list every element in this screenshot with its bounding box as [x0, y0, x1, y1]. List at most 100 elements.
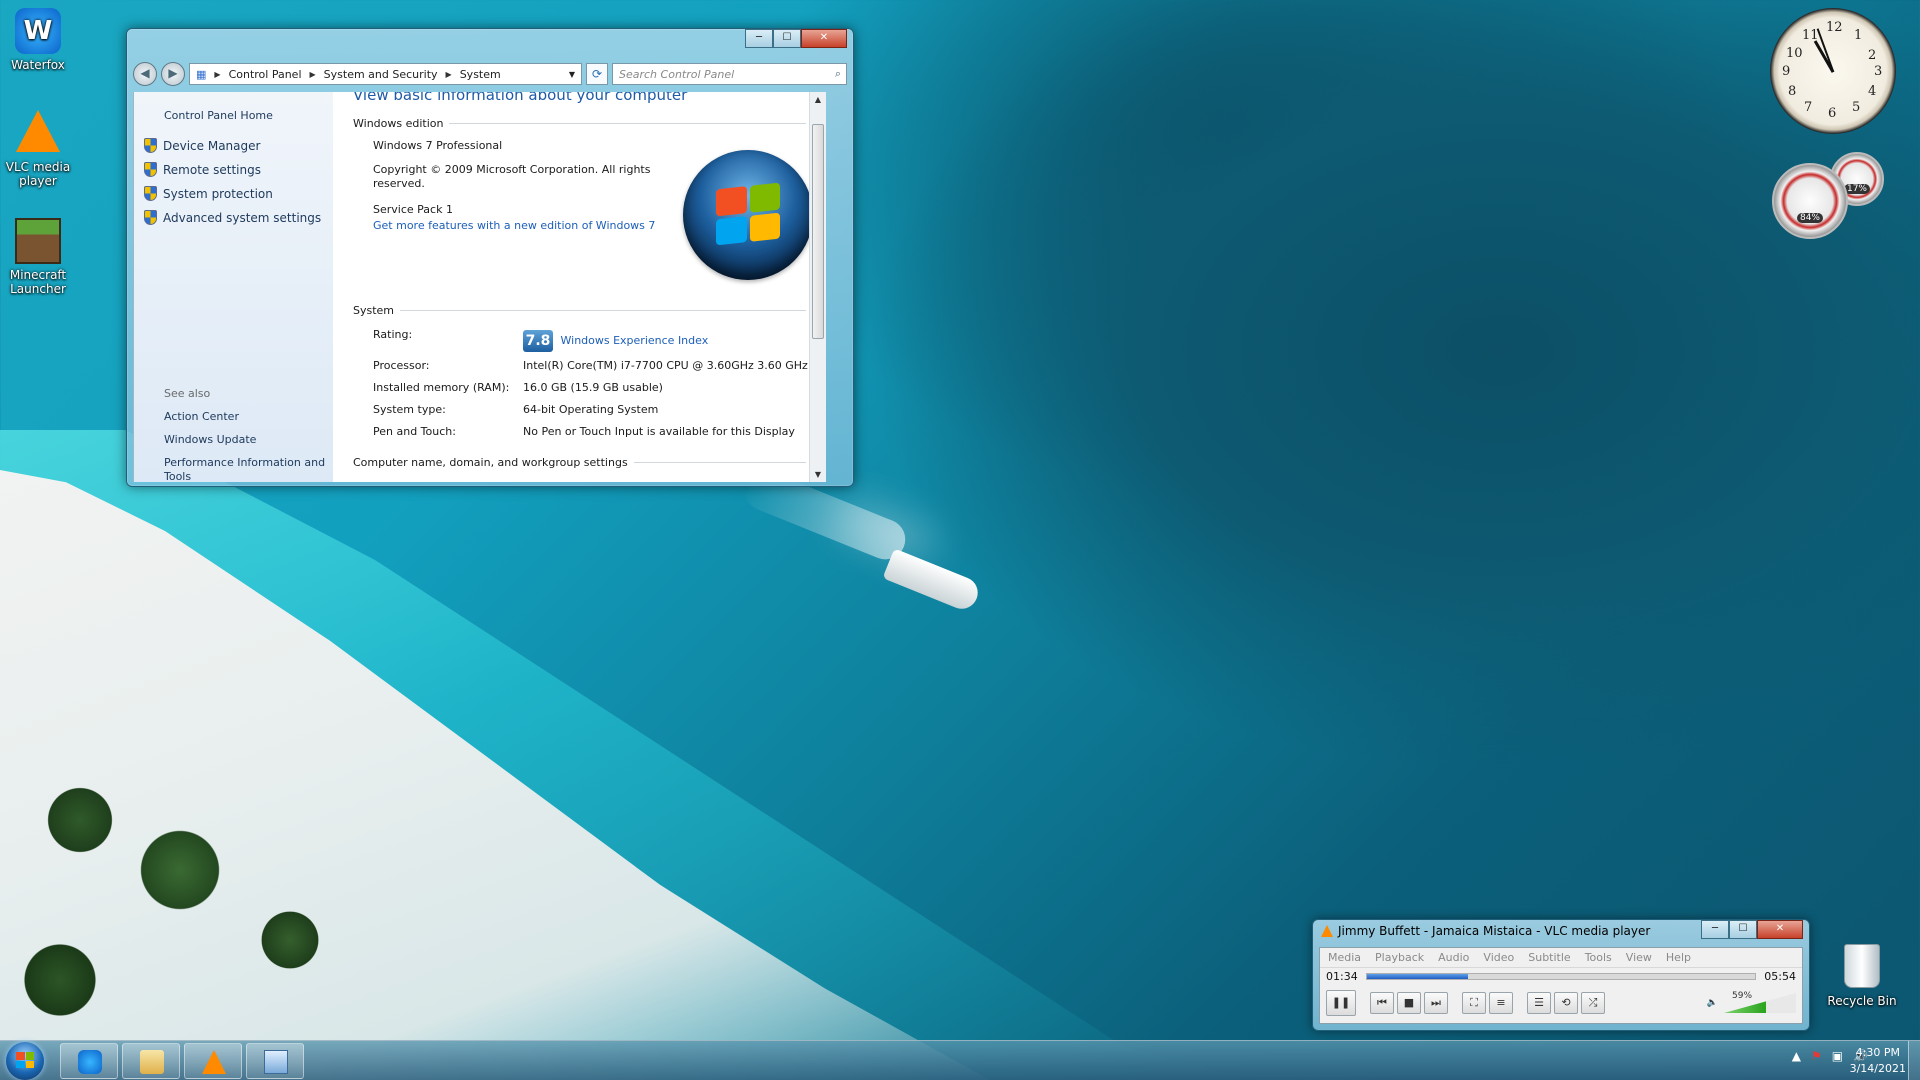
maximize-button[interactable]: ☐ — [1729, 920, 1757, 939]
experience-index-score: 7.8 — [523, 330, 553, 352]
refresh-button[interactable]: ⟳ — [586, 63, 608, 85]
vlc-icon — [1321, 925, 1333, 937]
section-windows-edition: Windows edition — [353, 117, 806, 130]
section-title: System — [353, 304, 395, 317]
playlist-button[interactable]: ☰ — [1527, 992, 1551, 1014]
taskbar-item-control-panel[interactable] — [246, 1043, 304, 1079]
window-controls: ─ ☐ ✕ — [1701, 920, 1803, 939]
section-title: Windows edition — [353, 117, 444, 130]
minimize-button[interactable]: ─ — [1701, 920, 1729, 939]
clock-number: 4 — [1868, 84, 1877, 99]
vertical-scrollbar[interactable]: ▲ ▼ — [809, 92, 826, 482]
close-button[interactable]: ✕ — [1757, 920, 1803, 939]
shield-icon — [144, 162, 157, 177]
scroll-down-icon[interactable]: ▼ — [810, 470, 826, 479]
start-button[interactable] — [6, 1042, 44, 1080]
wallpaper-boat — [882, 548, 983, 614]
taskbar-item-vlc[interactable] — [184, 1043, 242, 1079]
vlc-window[interactable]: Jimmy Buffett - Jamaica Mistaica - VLC m… — [1312, 919, 1810, 1031]
taskbar-clock[interactable]: 4:30 PM 3/14/2021 — [1850, 1045, 1906, 1077]
minimize-button[interactable]: ─ — [745, 29, 773, 48]
next-button[interactable]: ⏭ — [1424, 992, 1448, 1014]
taskbar-item-explorer[interactable] — [122, 1043, 180, 1079]
control-panel-icon — [264, 1050, 288, 1074]
pause-button[interactable]: ❚❚ — [1326, 990, 1356, 1016]
loop-button[interactable]: ⟲ — [1554, 992, 1578, 1014]
search-input[interactable]: Search Control Panel ⌕ — [612, 63, 847, 85]
action-center-flag-icon[interactable]: ⚑ — [1811, 1049, 1822, 1063]
task-remote-settings[interactable]: Remote settings — [144, 162, 261, 177]
memory-label: Installed memory (RAM): — [373, 381, 510, 394]
breadcrumb-item-system-and-security[interactable]: System and Security — [324, 68, 438, 81]
menu-media[interactable]: Media — [1328, 951, 1361, 964]
show-desktop-button[interactable] — [1908, 1041, 1920, 1080]
minecraft-icon — [15, 218, 61, 264]
task-device-manager[interactable]: Device Manager — [144, 138, 260, 153]
menu-video[interactable]: Video — [1483, 951, 1514, 964]
rating-label: Rating: — [373, 328, 413, 341]
volume-control[interactable]: 🔈 59% — [1707, 991, 1796, 1013]
previous-button[interactable]: ⏮ — [1370, 992, 1394, 1014]
desktop-icon-recycle-bin[interactable]: Recycle Bin — [1824, 944, 1900, 1008]
volume-slider[interactable]: 59% — [1724, 991, 1796, 1013]
taskbar-item-waterfox[interactable] — [60, 1043, 118, 1079]
clock-time: 4:30 PM — [1855, 1046, 1900, 1059]
forward-button[interactable]: ▶ — [161, 62, 185, 86]
cpu-meter-gauge[interactable]: 84% — [1772, 163, 1848, 239]
desktop-icon-label: Waterfox — [11, 58, 65, 72]
scrollbar-thumb[interactable] — [812, 124, 824, 339]
back-button[interactable]: ◀ — [133, 62, 157, 86]
system-info-content: View basic information about your comput… — [333, 92, 826, 482]
stop-button[interactable]: ■ — [1397, 992, 1421, 1014]
see-also-windows-update[interactable]: Windows Update — [164, 433, 329, 447]
fullscreen-button[interactable]: ⛶ — [1462, 992, 1486, 1014]
memory-value: 16.0 GB (15.9 GB usable) — [523, 381, 663, 394]
see-also-performance-information[interactable]: Performance Information and Tools — [164, 456, 329, 484]
shuffle-button[interactable]: ⤮ — [1581, 992, 1605, 1014]
address-dropdown-icon[interactable]: ▼ — [569, 70, 575, 79]
menu-tools[interactable]: Tools — [1585, 951, 1612, 964]
search-icon[interactable]: ⌕ — [835, 67, 841, 81]
copyright-text: Copyright © 2009 Microsoft Corporation. … — [373, 163, 651, 190]
task-system-protection[interactable]: System protection — [144, 186, 273, 201]
left-navigation-pane: Control Panel Home Device Manager Remote… — [133, 92, 333, 484]
breadcrumb-chevron-icon[interactable]: ▶ — [310, 70, 316, 79]
task-advanced-system-settings[interactable]: Advanced system settings — [144, 210, 321, 225]
menu-audio[interactable]: Audio — [1438, 951, 1469, 964]
extended-settings-button[interactable]: ≡ — [1489, 992, 1513, 1014]
desktop-icon-label: VLC media player — [5, 160, 71, 188]
section-system: System — [353, 304, 806, 317]
menu-subtitle[interactable]: Subtitle — [1528, 951, 1570, 964]
seek-bar[interactable] — [1365, 973, 1757, 980]
more-features-link[interactable]: Get more features with a new edition of … — [373, 219, 655, 232]
breadcrumb-item-control-panel[interactable]: Control Panel — [229, 68, 302, 81]
shield-icon — [144, 186, 157, 201]
menu-playback[interactable]: Playback — [1375, 951, 1424, 964]
menu-help[interactable]: Help — [1666, 951, 1691, 964]
experience-index-link[interactable]: Windows Experience Index — [561, 334, 709, 347]
breadcrumb-item-system[interactable]: System — [460, 68, 501, 81]
menu-view[interactable]: View — [1626, 951, 1652, 964]
task-label: Advanced system settings — [163, 210, 322, 225]
desktop-icon-vlc[interactable]: VLC media player — [0, 110, 76, 188]
rating-value[interactable]: 7.8 Windows Experience Index — [523, 330, 708, 352]
control-panel-window[interactable]: ─ ☐ ✕ ◀ ▶ ▦ ▶ Control Panel ▶ System and… — [126, 28, 854, 487]
waterfox-icon — [78, 1050, 102, 1074]
desktop-icon-minecraft[interactable]: Minecraft Launcher — [0, 218, 76, 296]
network-icon[interactable]: ▣ — [1832, 1049, 1843, 1063]
window-controls: ─ ☐ ✕ — [745, 29, 847, 48]
desktop-icon-label: Recycle Bin — [1827, 994, 1897, 1008]
clock-gadget[interactable]: 12 1 2 3 4 5 6 7 8 9 10 11 — [1770, 8, 1896, 134]
maximize-button[interactable]: ☐ — [773, 29, 801, 48]
see-also-action-center[interactable]: Action Center — [164, 410, 329, 424]
scroll-up-icon[interactable]: ▲ — [810, 95, 826, 104]
desktop-icon-waterfox[interactable]: Waterfox — [0, 8, 76, 72]
breadcrumb-chevron-icon[interactable]: ▶ — [214, 70, 220, 79]
speaker-icon[interactable]: 🔈 — [1707, 998, 1718, 1008]
breadcrumb[interactable]: ▦ ▶ Control Panel ▶ System and Security … — [189, 63, 582, 85]
breadcrumb-chevron-icon[interactable]: ▶ — [446, 70, 452, 79]
control-panel-home-link[interactable]: Control Panel Home — [164, 109, 273, 122]
show-hidden-icons-icon[interactable]: ▲ — [1792, 1049, 1801, 1063]
seek-progress — [1366, 974, 1468, 979]
close-button[interactable]: ✕ — [801, 29, 847, 48]
